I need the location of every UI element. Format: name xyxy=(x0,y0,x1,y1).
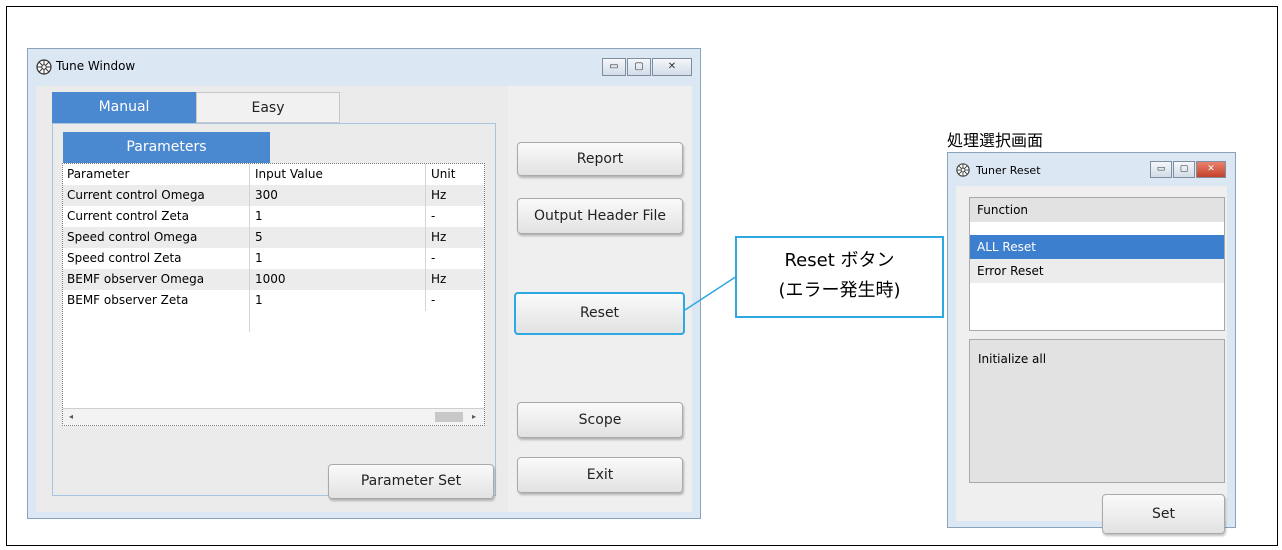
callout-line-1: Reset ボタン xyxy=(784,250,895,271)
list-header: Function xyxy=(970,198,1224,222)
list-item-error-reset[interactable]: Error Reset xyxy=(970,259,1224,283)
list-item-all-reset[interactable]: ALL Reset xyxy=(970,235,1224,259)
window-client: Function ALL Reset Error Reset Initializ… xyxy=(956,186,1227,534)
tuner-reset-window: Tuner Reset ▭ ▢ ✕ Function ALL Reset Err… xyxy=(947,152,1236,534)
app-icon xyxy=(956,163,970,177)
window-title: Tuner Reset xyxy=(976,164,1041,177)
close-icon[interactable]: ✕ xyxy=(1196,161,1226,178)
set-button[interactable]: Set xyxy=(1102,494,1225,534)
callout-line-2: (エラー発生時) xyxy=(778,280,901,301)
maximize-icon[interactable]: ▢ xyxy=(1173,161,1195,178)
function-list[interactable]: Function ALL Reset Error Reset xyxy=(969,197,1225,331)
callout-box: Reset ボタン (エラー発生時) xyxy=(735,236,944,318)
description-box: Initialize all xyxy=(969,339,1225,483)
screen-label: 処理選択画面 xyxy=(947,131,1044,150)
minimize-icon[interactable]: ▭ xyxy=(1150,161,1172,178)
